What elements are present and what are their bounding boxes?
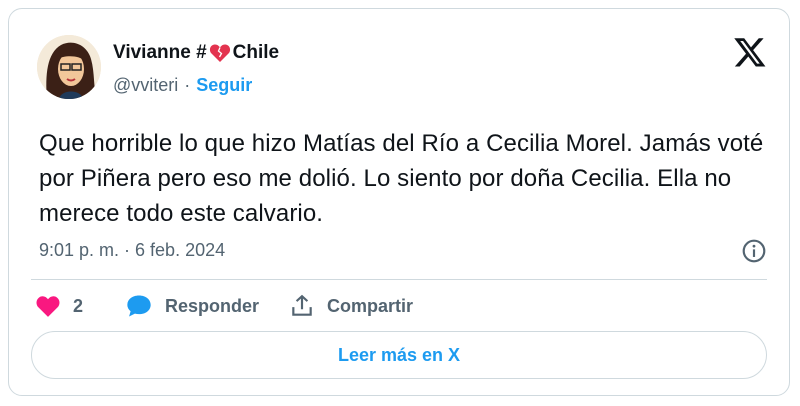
reply-button[interactable]: Responder [125,293,259,319]
like-count: 2 [73,295,84,316]
separator-dot: · [184,75,191,95]
like-button[interactable]: 2 [35,294,83,318]
info-icon[interactable] [741,238,767,264]
read-more-label: Leer más en X [337,344,461,365]
reply-bubble-icon [127,295,151,317]
reply-label: Responder [165,295,260,316]
timestamp[interactable]: 9:01 p. m. · 6 feb. 2024 [39,240,225,261]
tweet-card: Vivianne # Chile @vviteri · Seguir Que h… [8,8,790,396]
action-bar: 2 Responder Compartir [35,293,443,319]
follow-button[interactable]: Seguir [196,75,252,96]
author-name-part1: Vivianne # [113,42,207,63]
x-logo-icon[interactable] [733,35,767,69]
read-more-button[interactable]: Leer más en X [31,331,767,379]
divider [31,279,767,280]
author-name-part2: Chile [232,42,280,63]
share-icon [292,294,312,316]
share-label: Compartir [327,295,414,316]
tweet-text: Que horrible lo que hizo Matías del Río … [39,130,764,227]
share-button[interactable]: Compartir [289,293,413,319]
heart-icon [36,296,60,317]
broken-heart-icon [209,43,231,63]
author-name[interactable]: Vivianne # Chile [113,42,279,64]
author-handle[interactable]: @vviteri [113,75,178,96]
handle-row: @vviteri · Seguir [113,75,252,96]
avatar[interactable] [37,35,101,99]
